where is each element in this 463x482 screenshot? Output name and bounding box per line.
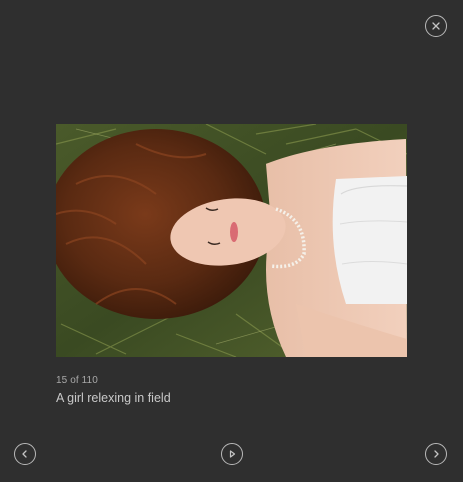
chevron-right-icon (431, 449, 441, 459)
image-counter: 15 of 110 (56, 375, 98, 386)
close-button[interactable] (425, 15, 447, 37)
image-caption: A girl relexing in field (56, 391, 171, 405)
lightbox-image (56, 124, 407, 357)
play-icon (227, 449, 237, 459)
chevron-left-icon (20, 449, 30, 459)
lightbox-viewer: 15 of 110 A girl relexing in field (0, 0, 463, 482)
close-icon (431, 21, 441, 31)
previous-button[interactable] (14, 443, 36, 465)
slideshow-play-button[interactable] (221, 443, 243, 465)
next-button[interactable] (425, 443, 447, 465)
